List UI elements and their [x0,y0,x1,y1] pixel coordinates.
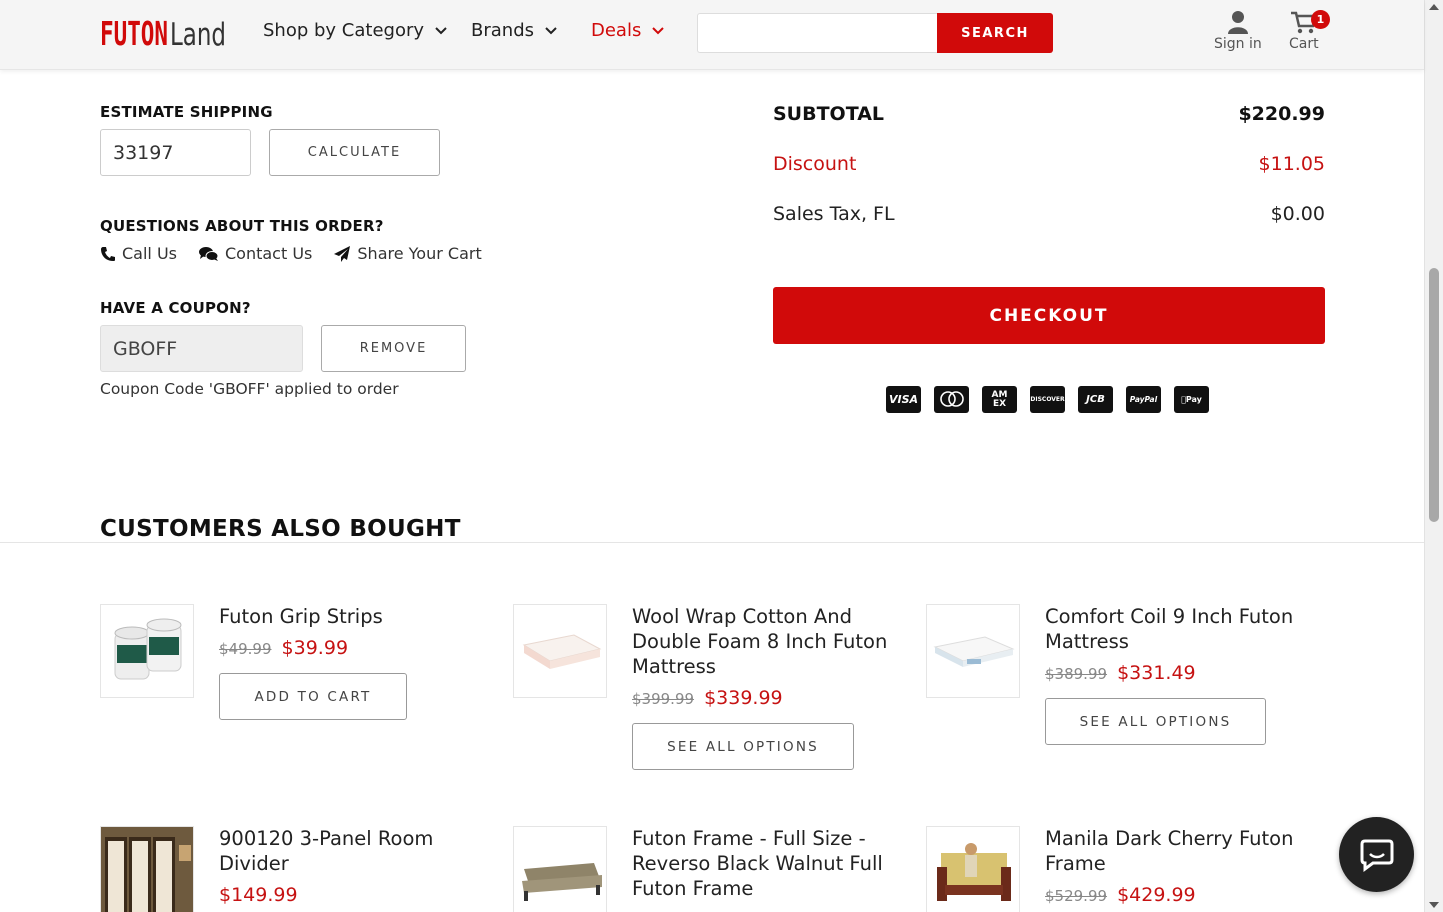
remove-coupon-button[interactable]: REMOVE [321,325,466,372]
svg-text:FUTON: FUTON [100,14,168,52]
product-image[interactable] [513,826,607,912]
product-old-price: $49.99 [219,640,272,658]
chevron-down-icon [652,26,665,34]
discount-label: Discount [773,153,857,175]
add-to-cart-button[interactable]: ADD TO CART [219,673,407,720]
chat-bubbles-icon [199,246,219,261]
call-us-label: Call Us [122,244,177,263]
chevron-down-icon [545,26,557,34]
contact-us-link[interactable]: Contact Us [199,244,312,263]
nav-deals[interactable]: Deals [591,20,665,41]
payment-methods: VISA AMEX DISCOVER JCB PayPal Pay [886,386,1209,413]
nav-label: Brands [471,20,534,41]
nav-label: Deals [591,20,642,41]
zip-code-input[interactable] [100,129,251,176]
product-image[interactable] [926,826,1020,912]
see-all-options-button[interactable]: SEE ALL OPTIONS [1045,698,1266,745]
product-name[interactable]: Futon Grip Strips [219,604,479,629]
subtotal-value: $220.99 [1238,103,1325,125]
sales-tax-label: Sales Tax, FL [773,203,895,225]
apple-pay-icon: Pay [1174,386,1209,413]
futonland-logo[interactable]: FUTON Land [100,12,228,52]
product-price: $339.99 [704,687,783,709]
see-all-options-button[interactable]: SEE ALL OPTIONS [632,723,854,770]
chat-icon [1360,839,1393,872]
calculate-button[interactable]: CALCULATE [269,129,440,176]
scroll-up-arrow-icon[interactable] [1429,4,1439,10]
product-old-price: $399.99 [632,690,695,708]
product-image[interactable] [100,826,194,912]
checkout-button[interactable]: CHECKOUT [773,287,1325,344]
sales-tax-value: $0.00 [1270,203,1325,225]
jcb-icon: JCB [1078,386,1113,413]
sign-in-label: Sign in [1214,36,1262,52]
mastercard-icon [934,386,969,413]
vertical-scrollbar[interactable] [1424,0,1443,912]
scroll-down-arrow-icon[interactable] [1429,902,1439,908]
coupon-input[interactable] [100,325,303,372]
subtotal-label: SUBTOTAL [773,103,885,125]
cart-link[interactable]: Cart 1 [1289,10,1330,52]
product-price: $429.99 [1117,884,1196,906]
discount-value: $11.05 [1258,153,1325,175]
product-image[interactable] [926,604,1020,698]
phone-icon [101,246,115,261]
nav-shop-by-category[interactable]: Shop by Category [263,20,448,41]
svg-text:Land: Land [170,17,226,52]
estimate-shipping-heading: ESTIMATE SHIPPING [100,103,273,121]
discover-icon: DISCOVER [1030,386,1065,413]
scrollbar-thumb[interactable] [1429,268,1439,522]
search-input[interactable] [697,13,938,53]
product-name[interactable]: Wool Wrap Cotton And Double Foam 8 Inch … [632,604,892,679]
product-name[interactable]: Comfort Coil 9 Inch Futon Mattress [1045,604,1305,654]
sign-in-link[interactable]: Sign in [1214,10,1262,52]
paypal-icon: PayPal [1126,386,1161,413]
product-image[interactable] [513,604,607,698]
share-cart-link[interactable]: Share Your Cart [334,244,482,263]
product-old-price: $529.99 [1045,887,1108,905]
live-chat-button[interactable] [1339,817,1414,892]
cart-count-badge: 1 [1311,10,1330,29]
product-image[interactable] [100,604,194,698]
share-cart-label: Share Your Cart [357,244,482,263]
cart-label: Cart [1289,36,1319,52]
product-old-price: $389.99 [1045,665,1108,683]
product-price: $149.99 [219,884,298,906]
section-divider [0,542,1424,543]
nav-brands[interactable]: Brands [471,20,558,41]
order-help-links: Call Us Contact Us Share Your Cart [100,244,482,263]
paper-plane-icon [334,245,351,262]
product-price: $331.49 [1117,662,1196,684]
user-icon [1227,11,1248,34]
product-name[interactable]: 900120 3-Panel Room Divider [219,826,479,876]
discount-row: Discount $11.05 [773,153,1325,175]
coupon-applied-note: Coupon Code 'GBOFF' applied to order [100,380,399,398]
visa-icon: VISA [886,386,921,413]
questions-heading: QUESTIONS ABOUT THIS ORDER? [100,217,384,235]
contact-us-label: Contact Us [225,244,313,263]
product-name[interactable]: Futon Frame - Full Size - Reverso Black … [632,826,892,901]
coupon-heading: HAVE A COUPON? [100,299,251,317]
amex-icon: AM EX [982,386,1017,413]
product-name[interactable]: Manila Dark Cherry Futon Frame [1045,826,1305,876]
product-price: $39.99 [281,637,349,659]
site-header: FUTON Land Shop by Category Brands Deals… [0,0,1424,70]
sales-tax-row: Sales Tax, FL $0.00 [773,203,1325,225]
nav-label: Shop by Category [263,20,425,41]
customers-also-bought-heading: CUSTOMERS ALSO BOUGHT [72,516,489,542]
subtotal-row: SUBTOTAL $220.99 [773,103,1325,125]
call-us-link[interactable]: Call Us [100,244,177,263]
chevron-down-icon [435,26,447,34]
search-button[interactable]: SEARCH [937,13,1053,53]
